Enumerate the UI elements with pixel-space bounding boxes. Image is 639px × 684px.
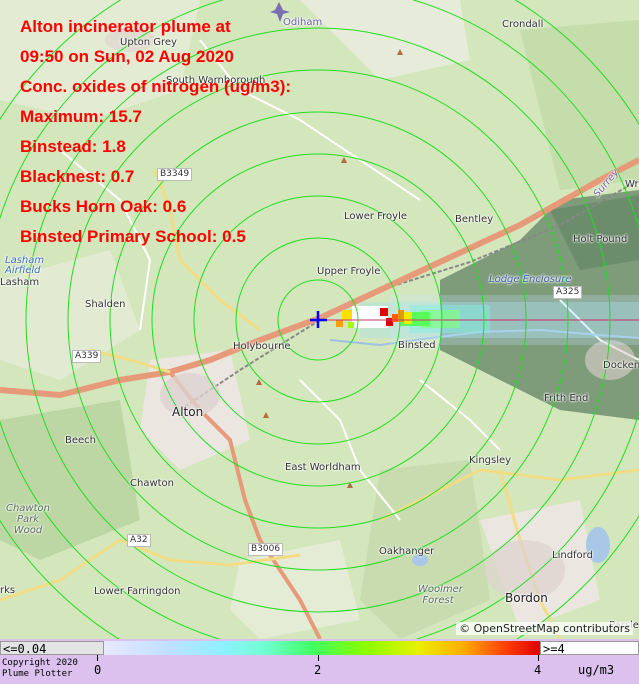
legend-tick-2: 2 <box>314 663 322 677</box>
place-wre: Wre <box>625 179 639 190</box>
legend-color-scale <box>104 641 540 655</box>
place-chawton: Chawton <box>130 478 175 489</box>
road-a325: A325 <box>553 286 583 299</box>
place-lower-froyle: Lower Froyle <box>344 211 408 222</box>
overlay-site-blacknest: Blacknest: 0.7 <box>20 167 135 186</box>
place-lasham: Lasham <box>0 277 40 288</box>
road-b3006: B3006 <box>248 543 284 556</box>
place-holt-pound: Holt Pound <box>573 234 628 245</box>
legend-tick-4: 4 <box>534 663 542 677</box>
place-shalden: Shalden <box>85 299 126 310</box>
copyright-line2: Plume Plotter <box>2 669 73 679</box>
legend-tick-0: 0 <box>94 663 102 677</box>
road-a32: A32 <box>127 534 151 547</box>
legend-tick-mark-2 <box>318 655 319 661</box>
legend-low-label: <=0.04 <box>0 641 104 656</box>
place-oakhanger: Oakhanger <box>379 546 435 557</box>
place-crondall: Crondall <box>502 19 544 30</box>
place-east-worldham: East Worldham <box>285 462 361 473</box>
legend-high-label: >=4 <box>540 641 639 656</box>
overlay-maximum: Maximum: 15.7 <box>20 107 142 126</box>
place-lodge-enclosure: Lodge Enclosure <box>489 274 572 285</box>
place-woolmer-forest: Woolmer Forest <box>418 584 463 606</box>
place-chawton-park-wood: Chawton Park Wood <box>5 503 50 536</box>
map-view[interactable]: Odiham Upton Grey Crondall South Warnbor… <box>0 0 639 639</box>
place-lasham-airfield: Lasham Airfield <box>5 255 45 276</box>
place-dockenfield: Docken <box>603 360 639 371</box>
copyright-line1: Copyright 2020 <box>2 658 78 668</box>
place-bordon: Bordon <box>505 591 548 605</box>
place-kingsley: Kingsley <box>469 455 512 466</box>
place-holybourne: Holybourne <box>233 341 291 352</box>
copyright-text: Copyright 2020 Plume Plotter <box>2 658 78 680</box>
overlay-title-line2: 09:50 on Sun, 02 Aug 2020 <box>20 47 234 66</box>
overlay-title-line1: Alton incinerator plume at <box>20 17 231 36</box>
overlay-site-bucks-horn-oak: Bucks Horn Oak: 0.6 <box>20 197 187 216</box>
osm-attribution[interactable]: © OpenStreetMap contributors <box>456 622 633 635</box>
place-rks: rks <box>0 585 16 596</box>
overlay-site-binsted-school: Binsted Primary School: 0.5 <box>20 227 246 246</box>
plume-info-overlay: Alton incinerator plume at 09:50 on Sun,… <box>20 12 291 252</box>
overlay-pollutant: Conc. oxides of nitrogen (ug/m3): <box>20 77 292 96</box>
place-frith-end: Frith End <box>544 393 589 404</box>
place-alton: Alton <box>172 405 204 419</box>
place-bentley: Bentley <box>455 214 494 225</box>
legend-tick-mark-0 <box>97 655 98 661</box>
place-binsted: Binsted <box>398 340 436 351</box>
legend-units: ug/m3 <box>578 663 615 677</box>
place-beech: Beech <box>65 435 97 446</box>
legend-tick-mark-4 <box>538 655 539 661</box>
road-a339: A339 <box>72 350 102 363</box>
place-lower-farringdon: Lower Farringdon <box>94 586 181 597</box>
overlay-site-binstead: Binstead: 1.8 <box>20 137 126 156</box>
place-lindford: Lindford <box>552 550 593 561</box>
place-upper-froyle: Upper Froyle <box>317 266 381 277</box>
